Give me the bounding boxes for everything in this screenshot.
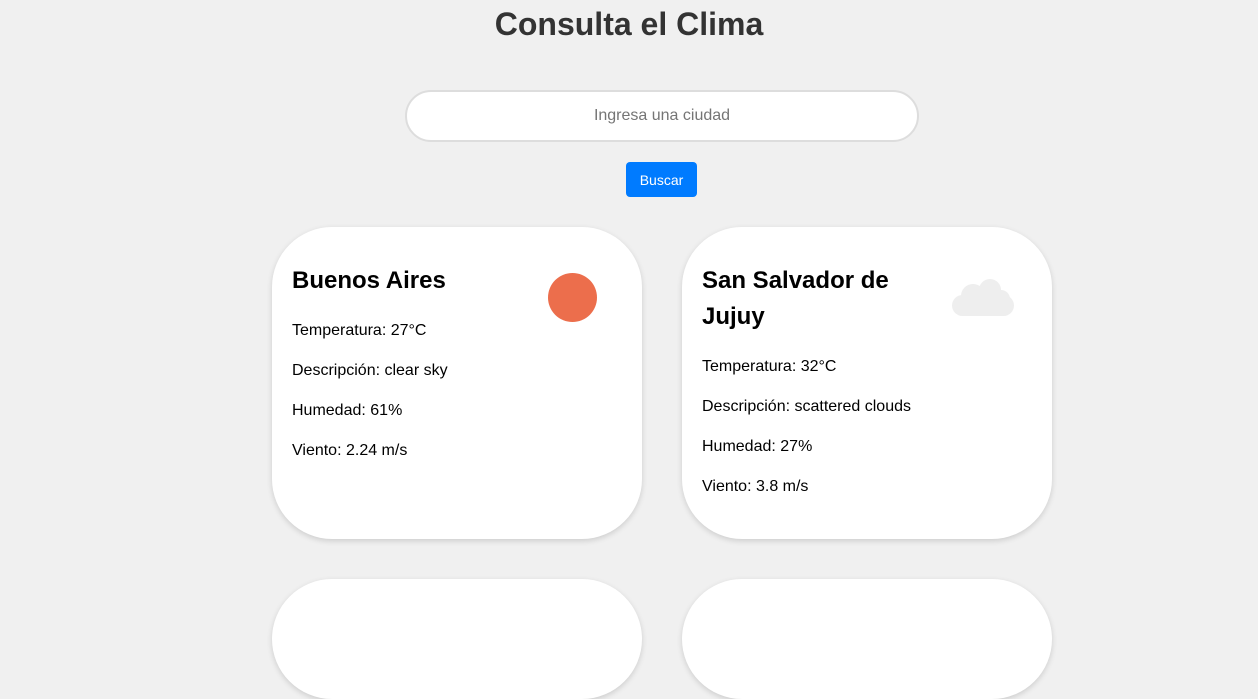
- weather-card: [682, 579, 1052, 699]
- search-button[interactable]: Buscar: [626, 162, 697, 197]
- humidity-text: Humedad: 27%: [702, 438, 813, 455]
- temperature-text: Temperatura: 32°C: [702, 358, 837, 375]
- weather-card-buenos-aires: Buenos Aires Temperatura: 27°C Descripci…: [272, 227, 642, 539]
- sun-icon: [548, 273, 597, 322]
- page-title: Consulta el Clima: [494, 6, 764, 42]
- humidity-text: Humedad: 61%: [292, 402, 403, 419]
- temperature-text: Temperatura: 27°C: [292, 322, 427, 339]
- description-text: Descripción: scattered clouds: [702, 398, 911, 415]
- weather-card: [272, 579, 642, 699]
- cloud-icon: [952, 279, 1014, 316]
- wind-text: Viento: 2.24 m/s: [292, 442, 408, 459]
- wind-text: Viento: 3.8 m/s: [702, 478, 809, 495]
- city-name: Buenos Aires: [292, 267, 446, 294]
- description-text: Descripción: clear sky: [292, 362, 448, 379]
- city-search-input[interactable]: [405, 90, 919, 142]
- city-name: San Salvador de Jujuy: [702, 267, 889, 330]
- weather-card-san-salvador-de-jujuy: San Salvador de Jujuy Temperatura: 32°C …: [682, 227, 1052, 539]
